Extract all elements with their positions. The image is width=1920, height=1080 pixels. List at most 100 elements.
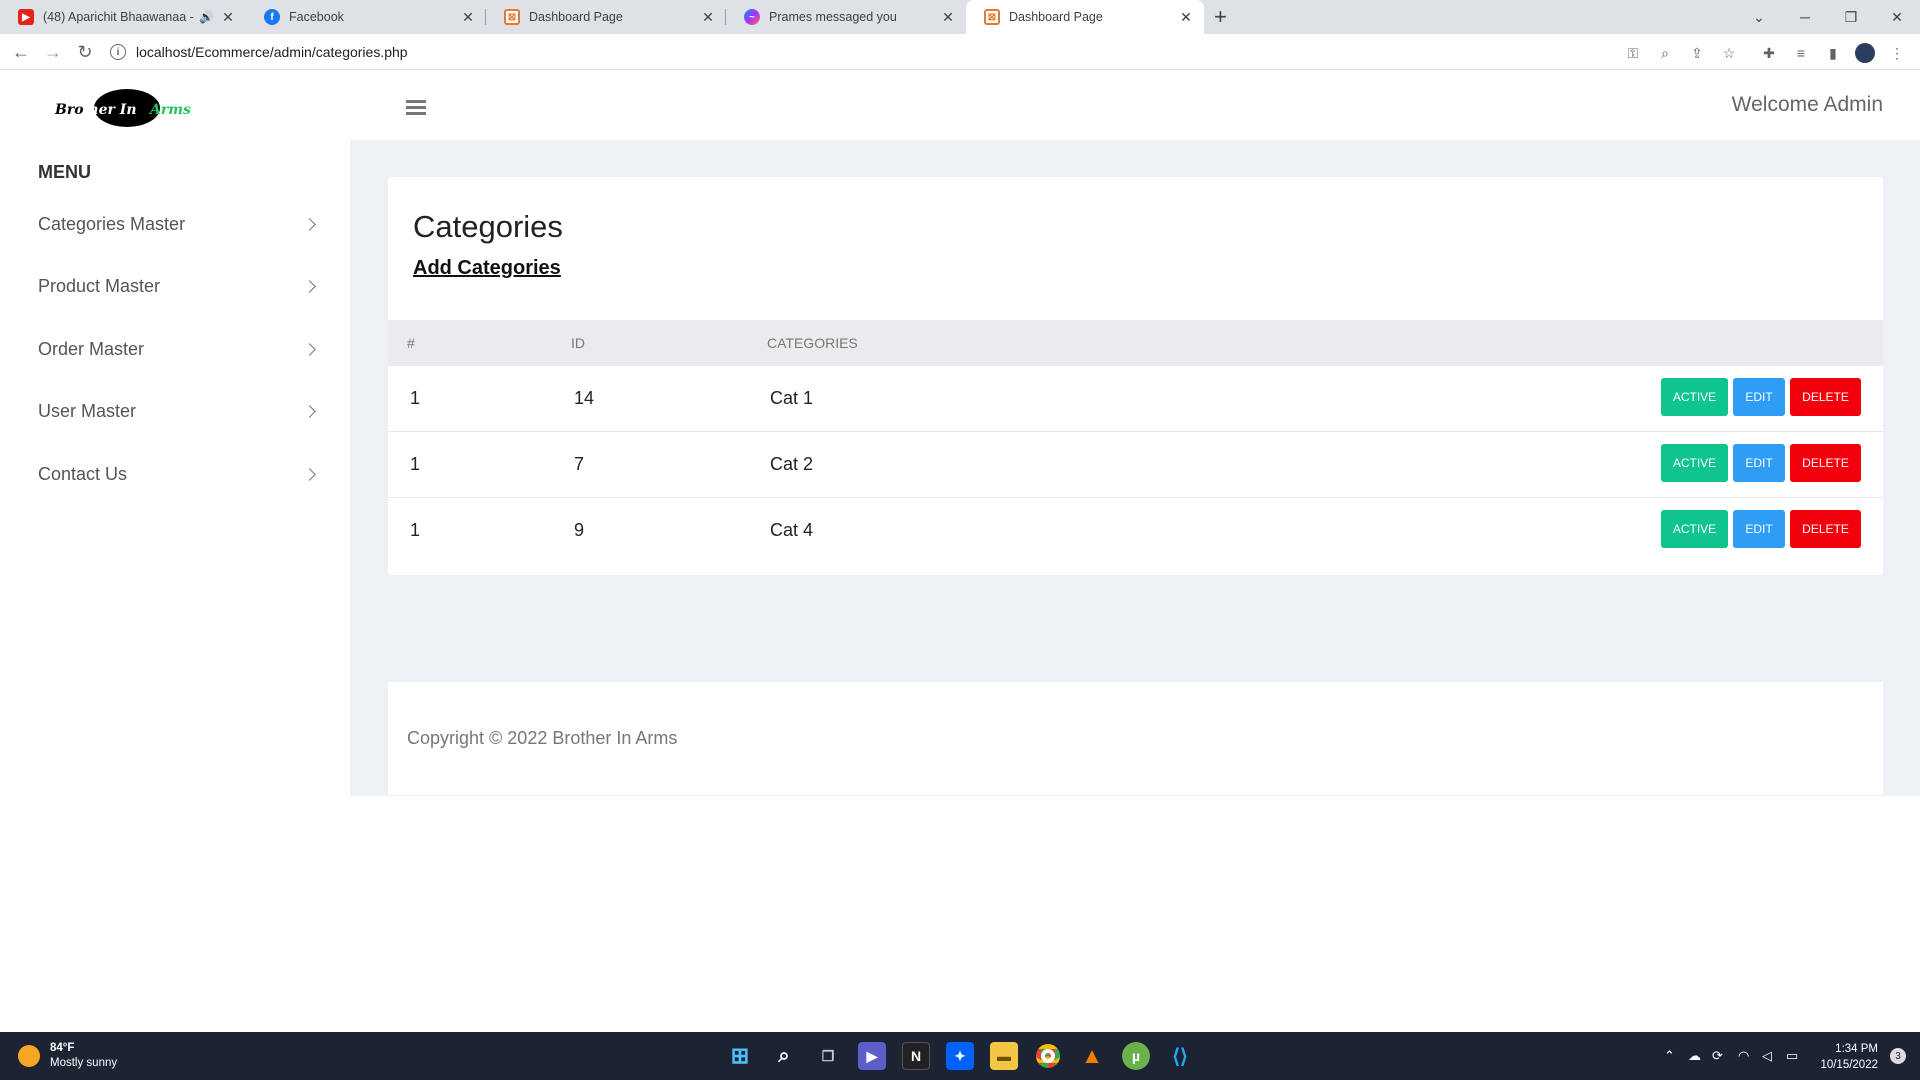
- site-info-icon[interactable]: i: [110, 44, 126, 60]
- forward-icon[interactable]: →: [40, 39, 66, 65]
- chevron-right-icon: [303, 217, 316, 231]
- close-window-icon[interactable]: ✕: [1874, 0, 1920, 34]
- teams-chat-icon[interactable]: ▶: [858, 1042, 886, 1070]
- edit-button[interactable]: EDIT: [1733, 444, 1785, 482]
- facebook-icon: f: [264, 9, 280, 25]
- browser-tab-active[interactable]: ⊠ Dashboard Page ✕: [966, 0, 1204, 34]
- clock[interactable]: 1:34 PM 10/15/2022: [1820, 1041, 1878, 1073]
- weather-widget[interactable]: 84°F Mostly sunny: [18, 1041, 117, 1071]
- active-button[interactable]: ACTIVE: [1661, 444, 1728, 482]
- tab-title: Facebook: [289, 10, 344, 24]
- reload-icon[interactable]: ↻: [72, 39, 98, 65]
- sidebar-item-order-master[interactable]: Order Master: [38, 329, 320, 369]
- reading-list-icon[interactable]: ≡: [1790, 42, 1812, 64]
- table-row: 1 9 Cat 4 ACTIVE EDIT DELETE: [388, 498, 1883, 564]
- side-panel-icon[interactable]: ▮: [1822, 42, 1844, 64]
- close-icon[interactable]: ✕: [700, 9, 716, 26]
- close-icon[interactable]: ✕: [220, 9, 236, 26]
- tab-title: (48) Aparichit Bhaawanaa - C: [43, 10, 196, 24]
- svg-text:Bro: Bro: [54, 102, 84, 118]
- minimize-icon[interactable]: ─: [1782, 0, 1828, 34]
- zoom-icon[interactable]: ⌕: [1654, 42, 1676, 64]
- speaker-icon[interactable]: 🔊: [199, 10, 214, 24]
- browser-tab[interactable]: ▶ (48) Aparichit Bhaawanaa - C 🔊 ✕: [0, 0, 246, 34]
- row-category: Cat 1: [770, 388, 814, 408]
- share-icon[interactable]: ⇪: [1686, 42, 1708, 64]
- active-button[interactable]: ACTIVE: [1661, 378, 1728, 416]
- browser-tab[interactable]: ~ Prames messaged you ✕: [726, 0, 966, 34]
- edit-button[interactable]: EDIT: [1733, 378, 1785, 416]
- youtube-icon: ▶: [18, 9, 34, 25]
- address-bar[interactable]: i localhost/Ecommerce/admin/categories.p…: [110, 38, 1710, 66]
- chevron-right-icon: [303, 342, 316, 356]
- row-id: 14: [574, 388, 595, 408]
- browser-tab[interactable]: ⊠ Dashboard Page ✕: [486, 0, 726, 34]
- chevron-right-icon: [303, 467, 316, 481]
- svg-text:ther In: ther In: [82, 102, 137, 118]
- xampp-icon: ⊠: [984, 9, 1000, 25]
- delete-button[interactable]: DELETE: [1790, 510, 1861, 548]
- sidebar-item-categories-master[interactable]: Categories Master: [38, 204, 320, 244]
- row-number: 1: [410, 388, 421, 408]
- browser-tab[interactable]: f Facebook ✕: [246, 0, 486, 34]
- restore-icon[interactable]: ❐: [1828, 0, 1874, 34]
- sidebar-item-label: Contact Us: [38, 463, 128, 484]
- vscode-icon[interactable]: ⟨⟩: [1166, 1042, 1194, 1070]
- delete-button[interactable]: DELETE: [1790, 444, 1861, 482]
- task-view-icon[interactable]: ❐: [814, 1042, 842, 1070]
- browser-tab-strip: ▶ (48) Aparichit Bhaawanaa - C 🔊 ✕ f Fac…: [0, 0, 1920, 34]
- search-icon[interactable]: ⌕: [770, 1042, 798, 1070]
- row-id: 9: [574, 520, 585, 540]
- dropbox-icon[interactable]: ✦: [946, 1042, 974, 1070]
- row-number: 1: [410, 520, 421, 540]
- row-id: 7: [574, 454, 585, 474]
- tab-title: Dashboard Page: [1009, 10, 1103, 24]
- windows-start-icon[interactable]: ⊞: [726, 1042, 754, 1070]
- close-icon[interactable]: ✕: [460, 9, 476, 26]
- sidebar-item-label: Categories Master: [38, 213, 186, 234]
- extensions-icon[interactable]: ✚: [1758, 42, 1780, 64]
- active-button[interactable]: ACTIVE: [1661, 510, 1728, 548]
- hamburger-menu-icon[interactable]: [406, 100, 426, 115]
- volume-icon[interactable]: ◁: [1762, 1048, 1772, 1064]
- chevron-up-icon[interactable]: ⌃: [1664, 1048, 1675, 1064]
- messenger-icon: ~: [744, 9, 760, 25]
- close-icon[interactable]: ✕: [1178, 9, 1194, 26]
- content-area: Categories Add Categories # ID CATEGORIE…: [350, 140, 1920, 796]
- sidebar-item-user-master[interactable]: User Master: [38, 391, 320, 431]
- copyright-text: Copyright © 2022 Brother In Arms: [407, 728, 678, 748]
- onedrive-icon[interactable]: ☁: [1688, 1048, 1701, 1064]
- back-icon[interactable]: ←: [8, 39, 34, 65]
- welcome-text: Welcome Admin: [1731, 93, 1883, 116]
- key-icon[interactable]: ⚿: [1622, 42, 1644, 64]
- vlc-icon[interactable]: ▲: [1078, 1042, 1106, 1070]
- footer: Copyright © 2022 Brother In Arms: [388, 682, 1883, 795]
- menu-title: MENU: [38, 162, 91, 182]
- sidebar-item-product-master[interactable]: Product Master: [38, 266, 320, 306]
- chrome-icon[interactable]: [1034, 1042, 1062, 1070]
- weather-text: Mostly sunny: [50, 1057, 118, 1069]
- tab-search-icon[interactable]: ⌄: [1736, 0, 1782, 34]
- avatar[interactable]: [1854, 42, 1876, 64]
- sidebar-item-contact-us[interactable]: Contact Us: [38, 454, 320, 494]
- file-explorer-icon[interactable]: ▬: [990, 1042, 1018, 1070]
- bookmark-star-icon[interactable]: ☆: [1718, 42, 1740, 64]
- edit-button[interactable]: EDIT: [1733, 510, 1785, 548]
- more-menu-icon[interactable]: ⋮: [1886, 42, 1908, 64]
- add-categories-link[interactable]: Add Categories: [413, 257, 561, 280]
- utorrent-icon[interactable]: µ: [1122, 1042, 1150, 1070]
- table-row: 1 7 Cat 2 ACTIVE EDIT DELETE: [388, 432, 1883, 498]
- table-row: 1 14 Cat 1 ACTIVE EDIT DELETE: [388, 366, 1883, 432]
- windows-taskbar: 84°F Mostly sunny ⊞ ⌕ ❐ ▶ N ✦ ▬ ▲ µ ⟨⟩ ⌃…: [0, 1032, 1920, 1080]
- row-number: 1: [410, 454, 421, 474]
- table-header: # ID CATEGORIES: [388, 320, 1883, 366]
- notion-icon[interactable]: N: [902, 1042, 930, 1070]
- wifi-icon[interactable]: ◠: [1738, 1048, 1749, 1064]
- battery-icon[interactable]: ▭: [1786, 1048, 1798, 1064]
- close-icon[interactable]: ✕: [940, 9, 956, 26]
- new-tab-button[interactable]: +: [1214, 4, 1227, 30]
- delete-button[interactable]: DELETE: [1790, 378, 1861, 416]
- brand-logo[interactable]: Bro ther In Arms: [52, 88, 202, 128]
- notification-badge[interactable]: 3: [1890, 1048, 1906, 1064]
- sync-icon[interactable]: ⟳: [1712, 1048, 1723, 1064]
